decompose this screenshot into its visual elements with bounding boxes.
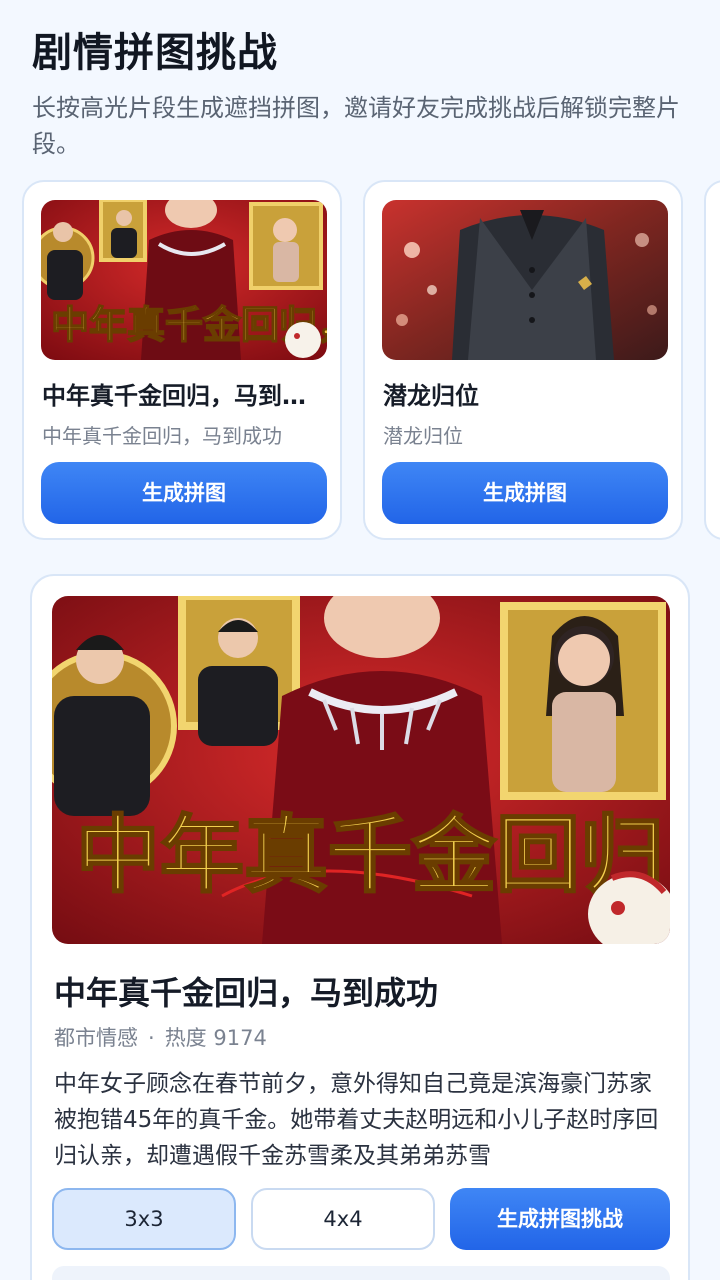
drama-detail-panel: 中年真千金回归， 中年真千金回归，马到成功 都市情感 · 热度 9174 中年女子顾… [30,574,690,1280]
drama-thumbnail[interactable]: 中年真千金回归， [41,200,327,360]
poster-image [382,200,668,360]
poster-image: 中年真千金回归， [41,200,327,360]
drama-carousel[interactable]: 中年真千金回归， 中年真千金回归，马到… 中年真千金回归，马到成功 生成拼图 潜… [0,180,720,544]
puzzle-preview-area [52,1266,670,1280]
generate-puzzle-button[interactable]: 生成拼图 [382,462,668,524]
drama-meta: 都市情感 · 热度 9174 [54,1022,267,1052]
drama-card-partial[interactable] [704,180,720,540]
heat-count: 热度 9174 [164,1026,267,1050]
drama-card[interactable]: 中年真千金回归， 中年真千金回归，马到… 中年真千金回归，马到成功 生成拼图 [22,180,342,540]
drama-card-title: 潜龙归位 [383,382,479,410]
drama-description: 中年女子顾念在春节前夕，意外得知自己竟是滨海豪门苏家被抱错45年的真千金。她带着… [54,1071,659,1169]
drama-poster: 中年真千金回归， [52,596,670,944]
drama-card-title: 中年真千金回归，马到… [42,382,306,410]
poster-title-text: 中年真千金回归， [76,806,670,904]
genre-tag: 都市情感 [54,1026,138,1050]
meta-separator: · [148,1026,155,1050]
puzzle-challenge-page: 剧情拼图挑战 长按高光片段生成遮挡拼图，邀请好友完成挑战后解锁完整片段。 中年真… [0,0,720,1280]
drama-card-subtitle: 潜龙归位 [383,424,463,448]
drama-card-subtitle: 中年真千金回归，马到成功 [42,424,282,448]
page-subtitle: 长按高光片段生成遮挡拼图，邀请好友完成挑战后解锁完整片段。 [32,94,680,158]
generate-challenge-button[interactable]: 生成拼图挑战 [450,1188,670,1250]
grid-4x4-option[interactable]: 4x4 [251,1188,435,1250]
drama-title: 中年真千金回归，马到成功 [54,974,439,1012]
poster-image: 中年真千金回归， [52,596,670,944]
drama-card[interactable]: 潜龙归位 潜龙归位 生成拼图 [363,180,683,540]
grid-3x3-option[interactable]: 3x3 [52,1188,236,1250]
page-title: 剧情拼图挑战 [32,30,278,76]
generate-puzzle-button[interactable]: 生成拼图 [41,462,327,524]
drama-thumbnail[interactable] [382,200,668,360]
